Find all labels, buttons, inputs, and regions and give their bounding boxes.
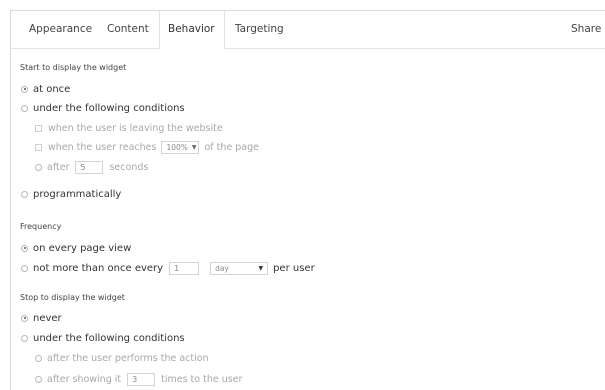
frequency-period-select[interactable]: day ▼ — [210, 261, 269, 275]
option-label: under the following conditions — [33, 332, 185, 344]
select-value: day — [215, 263, 229, 273]
radio-unselected[interactable] — [35, 163, 42, 171]
tab-behavior[interactable]: Behavior — [159, 11, 225, 49]
share-link[interactable]: Share — [571, 11, 601, 48]
frequency-count-input[interactable]: 1 — [169, 261, 200, 275]
stop-never-option[interactable]: never — [21, 311, 62, 325]
start-section-heading: Start to display the widget — [20, 63, 127, 72]
frequency-not-more-option[interactable]: not more than once every 1 day ▼ per user — [21, 261, 315, 275]
stop-showing-times-condition[interactable]: after showing it 3 times to the user — [35, 372, 242, 386]
times-input[interactable]: 3 — [127, 372, 156, 386]
radio-selected[interactable] — [21, 244, 28, 252]
option-label: under the following conditions — [33, 102, 185, 114]
option-label: not more than once every — [33, 262, 164, 274]
stop-performs-action-condition[interactable]: after the user performs the action — [35, 351, 209, 365]
radio-selected[interactable] — [21, 85, 28, 93]
frequency-every-view-option[interactable]: on every page view — [21, 241, 131, 255]
radio-unselected[interactable] — [21, 264, 28, 272]
tab-appearance[interactable]: Appearance — [29, 11, 93, 48]
scroll-percent-select[interactable]: 100% ▼ — [161, 140, 200, 154]
option-label: programmatically — [33, 188, 122, 200]
checkbox[interactable] — [35, 124, 42, 132]
stop-section-heading: Stop to display the widget — [20, 293, 125, 302]
checkbox[interactable] — [35, 143, 42, 151]
dropdown-arrow-icon: ▼ — [191, 143, 197, 151]
option-label: on every page view — [33, 242, 132, 254]
radio-selected[interactable] — [21, 314, 28, 322]
radio-unselected[interactable] — [21, 334, 28, 342]
radio-unselected[interactable] — [35, 354, 42, 362]
select-value: 100% — [166, 142, 188, 152]
option-label: never — [33, 312, 62, 324]
tab-label: Targeting — [235, 23, 284, 35]
condition-suffix: seconds — [109, 161, 149, 173]
stop-under-conditions-option[interactable]: under the following conditions — [21, 331, 185, 345]
condition-label: after showing it — [47, 373, 122, 385]
option-label: at once — [33, 83, 71, 95]
condition-label: when the user reaches — [48, 141, 157, 153]
condition-label: after the user performs the action — [47, 352, 209, 364]
radio-unselected[interactable] — [35, 375, 42, 383]
seconds-input[interactable]: 5 — [75, 160, 104, 174]
tab-bar: Appearance Content Behavior Targeting Sh… — [11, 11, 605, 49]
dropdown-arrow-icon: ▼ — [258, 264, 264, 272]
tab-label: Appearance — [29, 23, 93, 35]
condition-suffix: of the page — [204, 141, 259, 153]
condition-label: when the user is leaving the website — [48, 122, 223, 134]
start-leaving-condition[interactable]: when the user is leaving the website — [35, 121, 223, 135]
tab-label: Content — [107, 23, 149, 35]
condition-label: after — [47, 161, 70, 173]
option-suffix: per user — [273, 262, 315, 274]
condition-suffix: times to the user — [161, 373, 243, 385]
start-at-once-option[interactable]: at once — [21, 82, 70, 96]
radio-unselected[interactable] — [21, 190, 28, 198]
start-under-conditions-option[interactable]: under the following conditions — [21, 101, 185, 115]
tab-label: Behavior — [168, 23, 215, 35]
tab-content[interactable]: Content — [107, 11, 157, 48]
tab-targeting[interactable]: Targeting — [235, 11, 295, 48]
widget-settings-panel: Appearance Content Behavior Targeting Sh… — [10, 10, 605, 390]
start-programmatically-option[interactable]: programmatically — [21, 187, 121, 201]
frequency-section-heading: Frequency — [20, 222, 62, 231]
radio-unselected[interactable] — [21, 104, 28, 112]
start-after-seconds-condition[interactable]: after 5 seconds — [35, 160, 148, 174]
start-reaches-condition[interactable]: when the user reaches 100% ▼ of the page — [35, 140, 259, 154]
